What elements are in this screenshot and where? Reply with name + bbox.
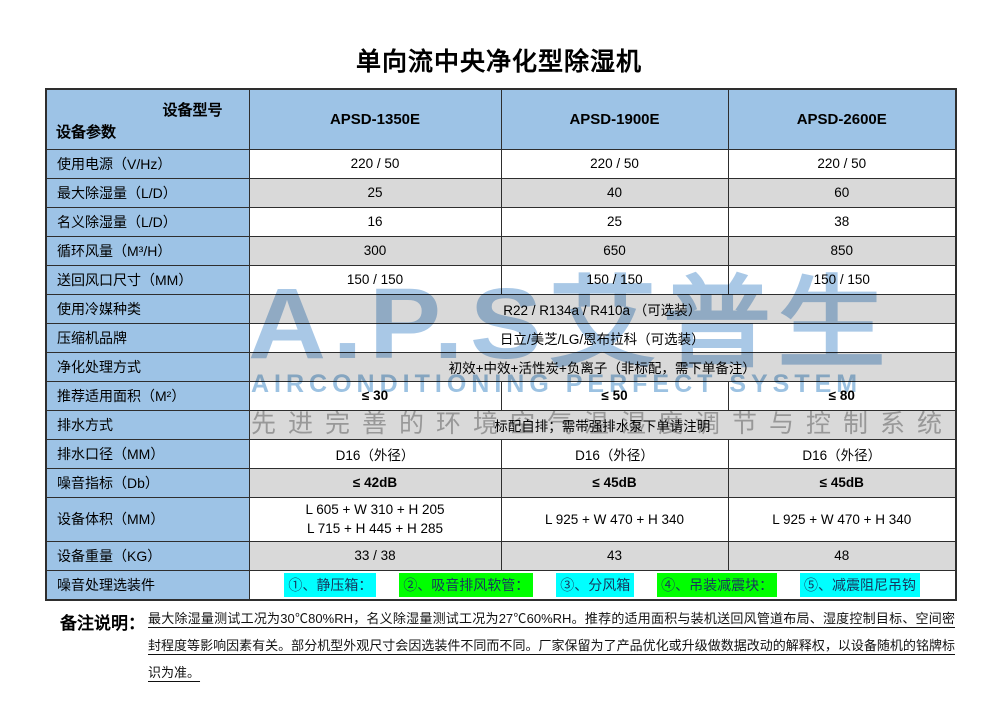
merged-value-cell: 日立/美芝/LG/恩布拉科（可选装） — [249, 323, 956, 352]
notes-section: 备注说明： 最大除湿量测试工况为30℃80%RH，名义除湿量测试工况为27℃60… — [60, 605, 955, 686]
option-chip: ⑤、减震阻尼吊钩 — [800, 573, 920, 597]
value-cell: 60 — [728, 178, 956, 207]
merged-value-cell: 标配自排；需带强排水泵下单请注明 — [249, 410, 956, 439]
value-cell: D16（外径） — [728, 439, 956, 468]
row-label: 净化处理方式 — [46, 352, 249, 381]
value-cell: 650 — [501, 236, 728, 265]
notes-label: 备注说明： — [60, 609, 148, 634]
model-header: APSD-1350E — [249, 89, 501, 149]
model-header: APSD-2600E — [728, 89, 956, 149]
row-label: 使用冷媒种类 — [46, 294, 249, 323]
value-cell: 220 / 50 — [501, 149, 728, 178]
value-cell: ≤ 50 — [501, 381, 728, 410]
row-label: 噪音处理选装件 — [46, 570, 249, 600]
row-label: 噪音指标（Db） — [46, 468, 249, 497]
value-cell: 220 / 50 — [249, 149, 501, 178]
value-cell: 850 — [728, 236, 956, 265]
row-label: 设备体积（MM） — [46, 497, 249, 541]
value-cell: 220 / 50 — [728, 149, 956, 178]
spec-sheet-page: 单向流中央净化型除湿机 设备型号设备参数APSD-1350EAPSD-1900E… — [0, 0, 998, 706]
option-chip: ②、吸音排风软管： — [399, 573, 533, 597]
row-label: 排水口径（MM） — [46, 439, 249, 468]
value-cell: L 925 + W 470 + H 340 — [728, 497, 956, 541]
value-cell: 150 / 150 — [249, 265, 501, 294]
notes-text: 最大除湿量测试工况为30℃80%RH，名义除湿量测试工况为27℃60%RH。推荐… — [148, 605, 955, 686]
value-cell: ≤ 30 — [249, 381, 501, 410]
row-label: 推荐适用面积（M²） — [46, 381, 249, 410]
options-cell: ①、静压箱： ②、吸音排风软管： ③、分风箱 ④、吊装减震块： ⑤、减震阻尼吊钩 — [249, 570, 956, 600]
option-chip: ①、静压箱： — [284, 573, 376, 597]
merged-value-cell: 初效+中效+活性炭+负离子（非标配，需下单备注） — [249, 352, 956, 381]
value-cell: D16（外径） — [501, 439, 728, 468]
page-title: 单向流中央净化型除湿机 — [0, 42, 998, 78]
value-cell: ≤ 80 — [728, 381, 956, 410]
value-cell: L 925 + W 470 + H 340 — [501, 497, 728, 541]
option-chip: ③、分风箱 — [556, 573, 634, 597]
corner-header-cell: 设备型号设备参数 — [46, 89, 249, 149]
option-chip: ④、吊装减震块： — [657, 573, 777, 597]
value-cell: L 605 + W 310 + H 205L 715 + H 445 + H 2… — [249, 497, 501, 541]
row-label: 设备重量（KG） — [46, 541, 249, 570]
value-cell: 48 — [728, 541, 956, 570]
value-cell: ≤ 42dB — [249, 468, 501, 497]
value-cell: 25 — [249, 178, 501, 207]
value-cell: ≤ 45dB — [501, 468, 728, 497]
merged-value-cell: R22 / R134a / R410a （可选装） — [249, 294, 956, 323]
value-cell: ≤ 45dB — [728, 468, 956, 497]
model-header: APSD-1900E — [501, 89, 728, 149]
row-label: 名义除湿量（L/D） — [46, 207, 249, 236]
value-cell: 150 / 150 — [728, 265, 956, 294]
value-cell: D16（外径） — [249, 439, 501, 468]
row-label: 使用电源（V/Hz） — [46, 149, 249, 178]
value-cell: 25 — [501, 207, 728, 236]
row-label: 最大除湿量（L/D） — [46, 178, 249, 207]
row-label: 循环风量（M³/H） — [46, 236, 249, 265]
row-label: 排水方式 — [46, 410, 249, 439]
corner-label-model: 设备型号 — [162, 99, 222, 120]
value-cell: 43 — [501, 541, 728, 570]
row-label: 压缩机品牌 — [46, 323, 249, 352]
value-cell: 150 / 150 — [501, 265, 728, 294]
value-cell: 40 — [501, 178, 728, 207]
value-cell: 300 — [249, 236, 501, 265]
value-cell: 38 — [728, 207, 956, 236]
row-label: 送回风口尺寸（MM） — [46, 265, 249, 294]
corner-label-parameter: 设备参数 — [56, 121, 116, 142]
spec-table: 设备型号设备参数APSD-1350EAPSD-1900EAPSD-2600E使用… — [45, 88, 957, 601]
value-cell: 16 — [249, 207, 501, 236]
value-cell: 33 / 38 — [249, 541, 501, 570]
